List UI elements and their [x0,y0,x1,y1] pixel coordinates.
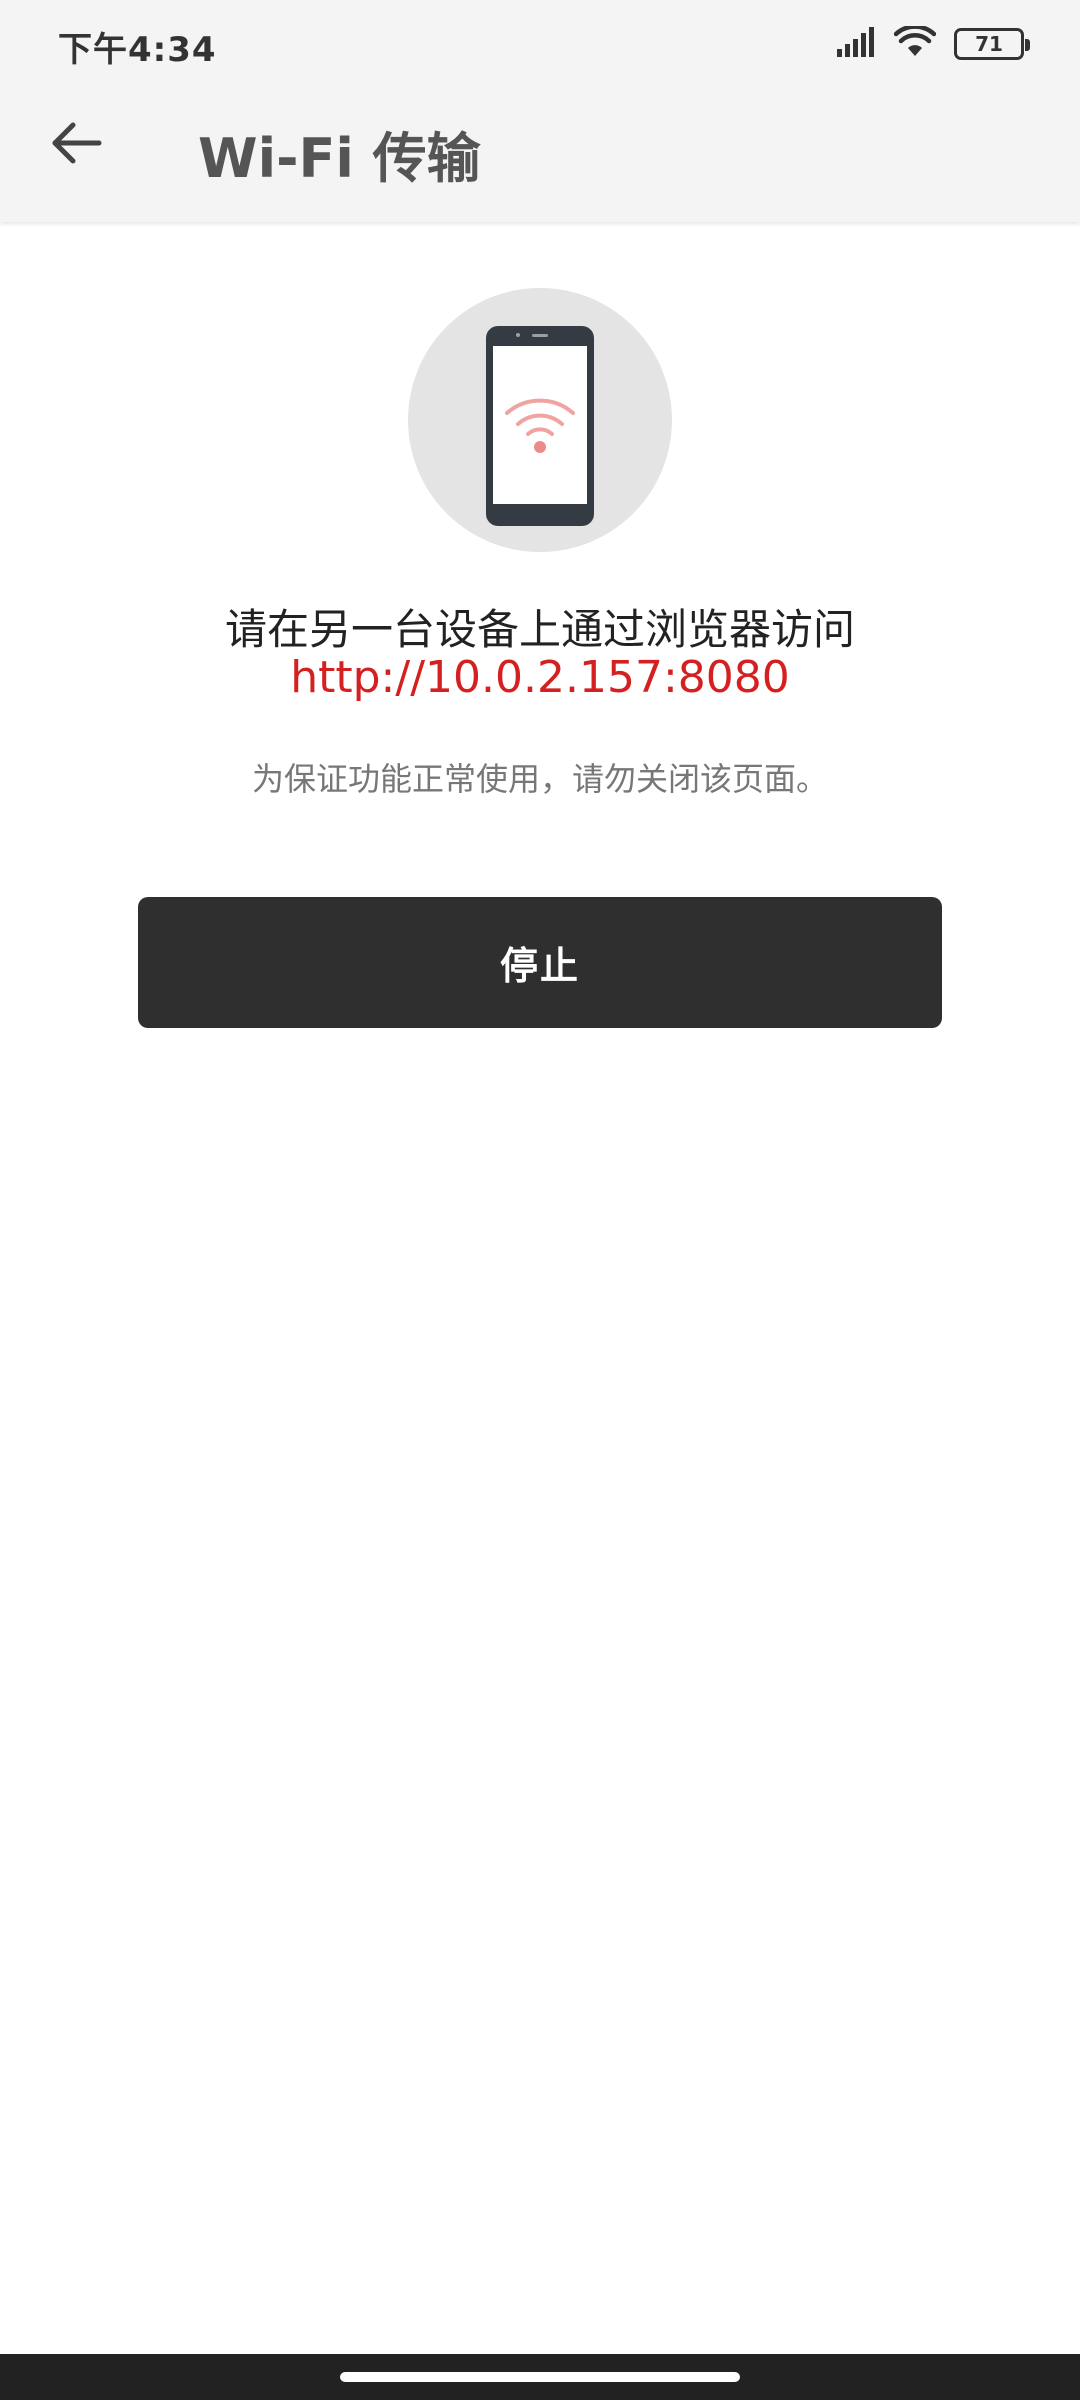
signal-icon [836,27,876,61]
arrow-left-icon [51,121,103,169]
app-bar: Wi-Fi 传输 [0,88,1080,222]
phone-wifi-icon [408,326,672,556]
stop-button[interactable]: 停止 [138,897,942,1028]
home-indicator[interactable] [340,2372,740,2382]
phone-wifi-illustration [408,288,672,552]
navigation-bar [0,2354,1080,2400]
wifi-icon [893,24,937,62]
battery-level: 71 [975,32,1003,56]
keep-open-note: 为保证功能正常使用，请勿关闭该页面。 [251,760,828,798]
status-bar: 下午4:34 71 [0,0,1080,88]
access-url[interactable]: http://10.0.2.157:8080 [0,652,1080,703]
page-title: Wi-Fi 传输 [198,127,481,190]
instruction-text: 请在另一台设备上通过浏览器访问 [224,605,855,654]
status-icons: 71 [836,24,1030,62]
wifi-transfer-screen: 下午4:34 71 Wi-Fi 传输 请在另一台设备上通过浏览器访问 http:… [0,0,1080,2400]
back-button[interactable] [40,108,114,182]
battery-icon: 71 [954,28,1030,60]
top-area: 下午4:34 71 Wi-Fi 传输 [0,0,1080,222]
status-time: 下午4:34 [58,30,217,70]
